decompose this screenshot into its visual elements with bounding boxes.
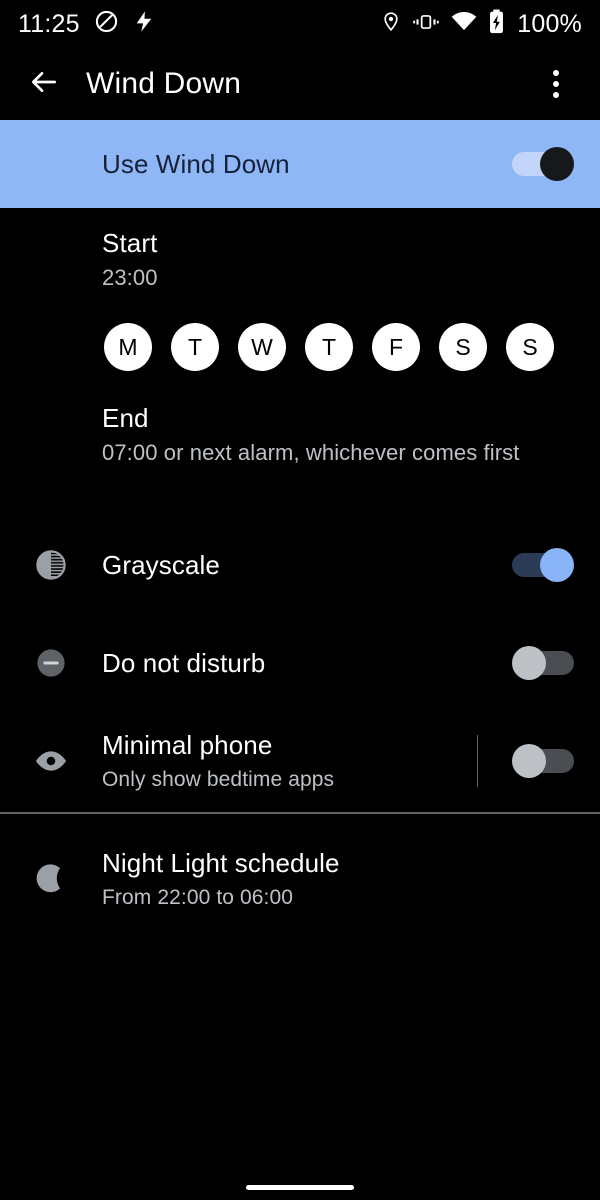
start-value: 23:00 <box>102 265 158 290</box>
status-bar: 11:25 100% <box>0 0 600 48</box>
end-label: End <box>102 403 149 433</box>
status-bar-right: 100% <box>381 9 582 39</box>
end-value: 07:00 or next alarm, whichever comes fir… <box>102 440 520 465</box>
eye-icon <box>0 748 102 774</box>
minimal-phone-texts: Minimal phone Only show bedtime apps <box>102 730 477 792</box>
day-toggle-saturday[interactable]: S <box>439 323 487 371</box>
switch-thumb <box>540 548 574 582</box>
day-toggle-thursday[interactable]: T <box>305 323 353 371</box>
grayscale-title: Grayscale <box>102 549 220 580</box>
use-wind-down-label: Use Wind Down <box>102 148 290 179</box>
dnd-icon <box>94 9 119 39</box>
day-toggle-wednesday[interactable]: W <box>238 323 286 371</box>
switch-thumb <box>512 646 546 680</box>
day-label: S <box>455 333 471 360</box>
back-arrow-icon <box>28 66 60 103</box>
grayscale-icon <box>0 548 102 582</box>
page-title: Wind Down <box>86 67 242 100</box>
more-options-icon <box>553 92 559 98</box>
minimal-phone-switch[interactable] <box>512 744 574 778</box>
day-toggle-friday[interactable]: F <box>372 323 420 371</box>
moon-icon <box>0 860 102 898</box>
row-divider <box>477 735 478 787</box>
day-selector: M T W T F S S <box>0 297 600 381</box>
more-options-icon <box>553 70 559 76</box>
grayscale-row[interactable]: Grayscale <box>0 516 600 614</box>
grayscale-texts: Grayscale <box>102 550 512 581</box>
minimal-phone-subtitle: Only show bedtime apps <box>102 768 335 791</box>
do-not-disturb-texts: Do not disturb <box>102 648 512 679</box>
day-toggle-tuesday[interactable]: T <box>171 323 219 371</box>
grayscale-switch[interactable] <box>512 548 574 582</box>
back-button[interactable] <box>20 60 68 108</box>
app-bar: Wind Down <box>0 48 600 120</box>
day-label: T <box>321 333 337 360</box>
do-not-disturb-icon <box>0 646 102 680</box>
switch-thumb <box>512 744 546 778</box>
do-not-disturb-row[interactable]: Do not disturb <box>0 614 600 712</box>
start-label: Start <box>102 228 158 258</box>
day-label: S <box>522 333 538 360</box>
overflow-menu-button[interactable] <box>532 60 580 108</box>
status-bar-clock: 11:25 <box>18 9 80 38</box>
location-icon <box>381 9 401 39</box>
status-bar-left: 11:25 <box>18 9 155 39</box>
night-light-schedule-row[interactable]: Night Light schedule From 22:00 to 06:00 <box>0 814 600 944</box>
wifi-icon <box>451 11 477 38</box>
settings-list: Grayscale Do not disturb Minimal phone O… <box>0 516 600 944</box>
day-toggle-sunday[interactable]: S <box>506 323 554 371</box>
minimal-phone-row[interactable]: Minimal phone Only show bedtime apps <box>0 712 600 810</box>
do-not-disturb-title: Do not disturb <box>102 647 266 678</box>
battery-percent-label: 100% <box>517 9 582 38</box>
flash-icon <box>133 9 155 39</box>
minimal-phone-title: Minimal phone <box>102 730 273 760</box>
use-wind-down-row[interactable]: Use Wind Down <box>0 120 600 208</box>
day-label: T <box>187 333 203 360</box>
start-time-row[interactable]: Start 23:00 <box>0 208 600 297</box>
night-light-texts: Night Light schedule From 22:00 to 06:00 <box>102 848 574 910</box>
gesture-nav-pill[interactable] <box>246 1185 354 1190</box>
schedule-section: Start 23:00 M T W T F S S End 07:00 or n… <box>0 208 600 472</box>
day-toggle-monday[interactable]: M <box>104 323 152 371</box>
vibrate-icon <box>413 11 440 38</box>
use-wind-down-switch[interactable] <box>512 147 574 181</box>
night-light-title: Night Light schedule <box>102 848 340 878</box>
day-label: W <box>251 333 273 360</box>
end-time-row[interactable]: End 07:00 or next alarm, whichever comes… <box>0 381 600 472</box>
day-label: F <box>388 333 404 360</box>
day-label: M <box>118 333 138 360</box>
switch-thumb <box>540 147 574 181</box>
battery-charging-icon <box>489 9 504 39</box>
do-not-disturb-switch[interactable] <box>512 646 574 680</box>
more-options-icon <box>553 81 559 87</box>
night-light-subtitle: From 22:00 to 06:00 <box>102 886 294 909</box>
wind-down-settings-screen: 11:25 100% Wind Down Use Wind Down Start… <box>0 0 600 1200</box>
